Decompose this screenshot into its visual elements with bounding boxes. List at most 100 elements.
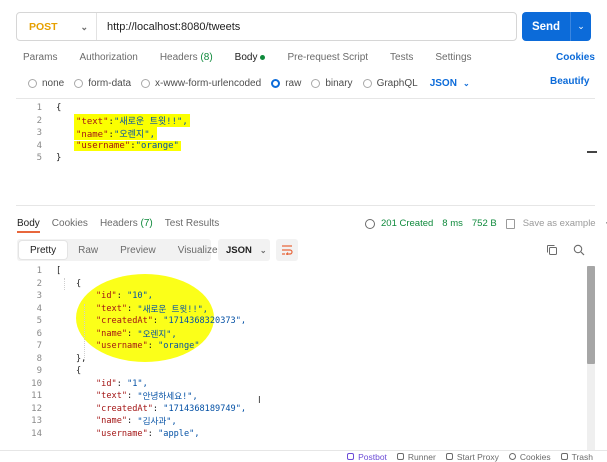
code-line: 1 { [16,102,62,115]
scrollbar-thumb[interactable] [587,266,595,364]
code-line: 6 "name": "오렌지", [16,328,177,341]
method-select[interactable]: POST ⌄ [17,13,97,40]
json-key: "id" [96,291,117,302]
url-input[interactable]: http://localhost:8080/tweets [97,21,240,33]
footer-runner[interactable]: Runner [396,452,436,462]
indent-guide [64,278,65,290]
response-tab-test-results[interactable]: Test Results [165,218,219,233]
json-key: "text" [96,391,128,402]
json-value: "새로운 트윗!!", [137,304,208,315]
line-number: 5 [36,316,42,327]
highlighted-code: "username":"orange" [74,140,181,151]
beautify-button[interactable]: Beautify [550,76,589,87]
text-cursor-icon: I [258,395,261,406]
code-text: { [76,366,82,377]
radio-x-www-form-urlencoded[interactable]: x-www-form-urlencoded [141,78,261,89]
json-value: "새로운 트윗!!", [113,117,188,128]
wrap-lines-button[interactable] [276,239,298,261]
footer-trash[interactable]: Trash [560,452,593,462]
response-body-viewer[interactable]: 1[2{3 "id": "10", 4 "text": "새로운 트윗!!", 5 "cr… [16,264,587,450]
code-line: 3 "name":"오렌지", [16,126,158,140]
json-key: "text" [96,303,128,314]
radio-icon [362,78,372,88]
radio-none[interactable]: none [28,78,64,89]
tab-authorization[interactable]: Authorization [79,52,137,68]
json-key: "username" [96,341,148,352]
view-pretty[interactable]: Pretty [19,241,68,259]
save-as-example-button[interactable]: Save as example [523,218,596,229]
response-size[interactable]: 752 B [472,218,497,229]
send-button[interactable]: Send ⌄ [522,12,591,41]
editor-resize-handle[interactable] [587,151,597,153]
chevron-down-icon: ⌄ [259,245,267,255]
line-number: 12 [31,403,42,414]
response-time[interactable]: 8 ms [442,218,463,229]
wrap-lines-icon [282,245,293,255]
line-number: 4 [36,140,42,151]
code-text: { [56,103,62,114]
body-type-selector: none form-data x-www-form-urlencoded raw… [28,76,470,90]
request-tabs: Params Authorization Headers (8) Body Pr… [23,52,494,68]
tab-params[interactable]: Params [23,52,57,68]
search-icon[interactable] [573,244,585,256]
status-code[interactable]: 201 Created [381,218,433,229]
view-preview[interactable]: Preview [109,241,167,259]
json-value: "1714368189749", [163,403,247,414]
highlighted-code: "text":"새로운 트윗!!", [74,114,190,128]
response-format-select[interactable]: JSON ⌄ [218,239,270,261]
radio-binary[interactable]: binary [311,78,353,89]
copy-icon[interactable] [546,244,558,256]
proxy-icon [445,453,453,460]
response-tab-headers[interactable]: Headers (7) [100,218,153,233]
tab-body[interactable]: Body [235,52,266,68]
json-key: "id" [96,378,117,389]
response-meta: 201 Created 8 ms 752 B Save as example ·… [365,218,607,229]
footer-postbot[interactable]: Postbot [347,452,387,462]
tab-headers[interactable]: Headers (8) [160,52,213,68]
line-number: 14 [31,428,42,439]
response-tab-cookies[interactable]: Cookies [52,218,88,233]
code-line: 8}, [16,353,87,366]
footer-label: Postbot [358,451,387,462]
code-line: 3 "id": "10", [16,290,153,303]
footer-cookies[interactable]: Cookies [508,452,551,462]
modified-dot-icon [260,54,266,60]
code-line: 9{ [16,365,82,378]
request-body-editor[interactable]: 1 { 2 "text":"새로운 트윗!!", 3 "name":"오렌지",… [16,98,595,206]
code-line: 2 "text":"새로운 트윗!!", [16,114,190,128]
radio-label: raw [285,77,302,89]
radio-icon [28,78,37,88]
response-tab-headers-label: Headers [99,218,138,229]
tab-pre-request-script[interactable]: Pre-request Script [287,52,368,68]
tab-body-label: Body [234,52,258,63]
body-format-label: JSON [429,77,457,89]
json-key: "username" [76,140,131,151]
code-line: 11 "text": "안녕하세요!", [16,390,198,403]
radio-raw[interactable]: raw [271,78,301,89]
radio-label: x-www-form-urlencoded [155,77,262,89]
postbot-icon [347,453,355,460]
view-mode-toggle: Pretty Raw Preview Visualize [17,239,218,261]
line-number: 3 [36,291,42,302]
code-line: 5 "createdAt": "1714368320373", [16,315,247,328]
body-format-select[interactable]: JSON ⌄ [430,78,470,89]
tab-settings[interactable]: Settings [435,52,471,68]
radio-graphql[interactable]: GraphQL [362,78,418,89]
line-number: 8 [36,353,42,364]
cookies-link[interactable]: Cookies [556,52,595,63]
chevron-down-icon[interactable]: ⌄ [571,21,591,32]
response-tab-body[interactable]: Body [17,218,40,233]
json-value: "안녕하세요!", [137,392,198,403]
line-number: 7 [36,341,42,352]
tab-tests[interactable]: Tests [390,52,413,68]
globe-icon[interactable] [365,218,375,229]
line-number: 3 [36,128,42,139]
radio-form-data[interactable]: form-data [74,78,131,89]
footer-label: Start Proxy [456,451,499,462]
line-number: 4 [36,303,42,314]
json-value: "apple", [158,428,200,439]
footer-start-proxy[interactable]: Start Proxy [445,451,499,462]
radio-icon [141,78,151,88]
line-number: 2 [36,115,42,126]
view-raw[interactable]: Raw [67,241,109,259]
